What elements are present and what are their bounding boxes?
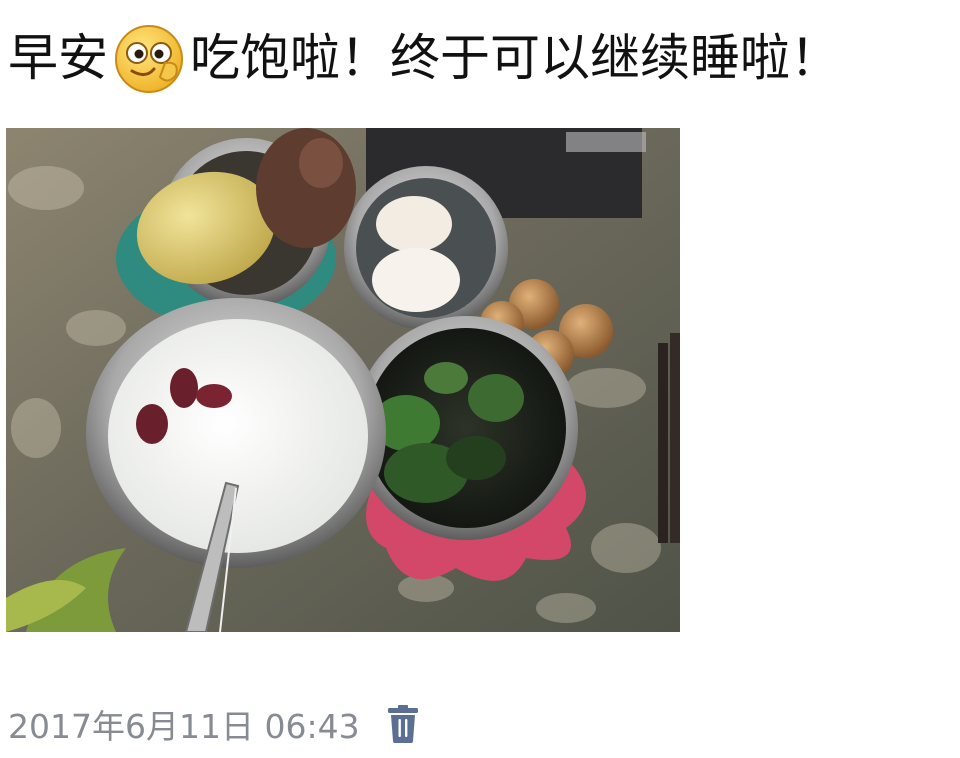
post-text-start: 早安 <box>8 29 108 87</box>
trash-icon <box>387 705 418 743</box>
breakfast-photo[interactable] <box>6 128 680 632</box>
silly-face-emoji-icon <box>110 19 188 97</box>
post-timestamp: 2017年6月11日 06:43 <box>8 707 360 746</box>
post-meta: 2017年6月11日 06:43 <box>8 700 420 748</box>
delete-button[interactable] <box>386 704 420 744</box>
post-text-end: 吃饱啦！终于可以继续睡啦！ <box>190 29 840 87</box>
post-text: 早安 吃饱啦！终于可以继续睡啦！ <box>8 18 840 98</box>
